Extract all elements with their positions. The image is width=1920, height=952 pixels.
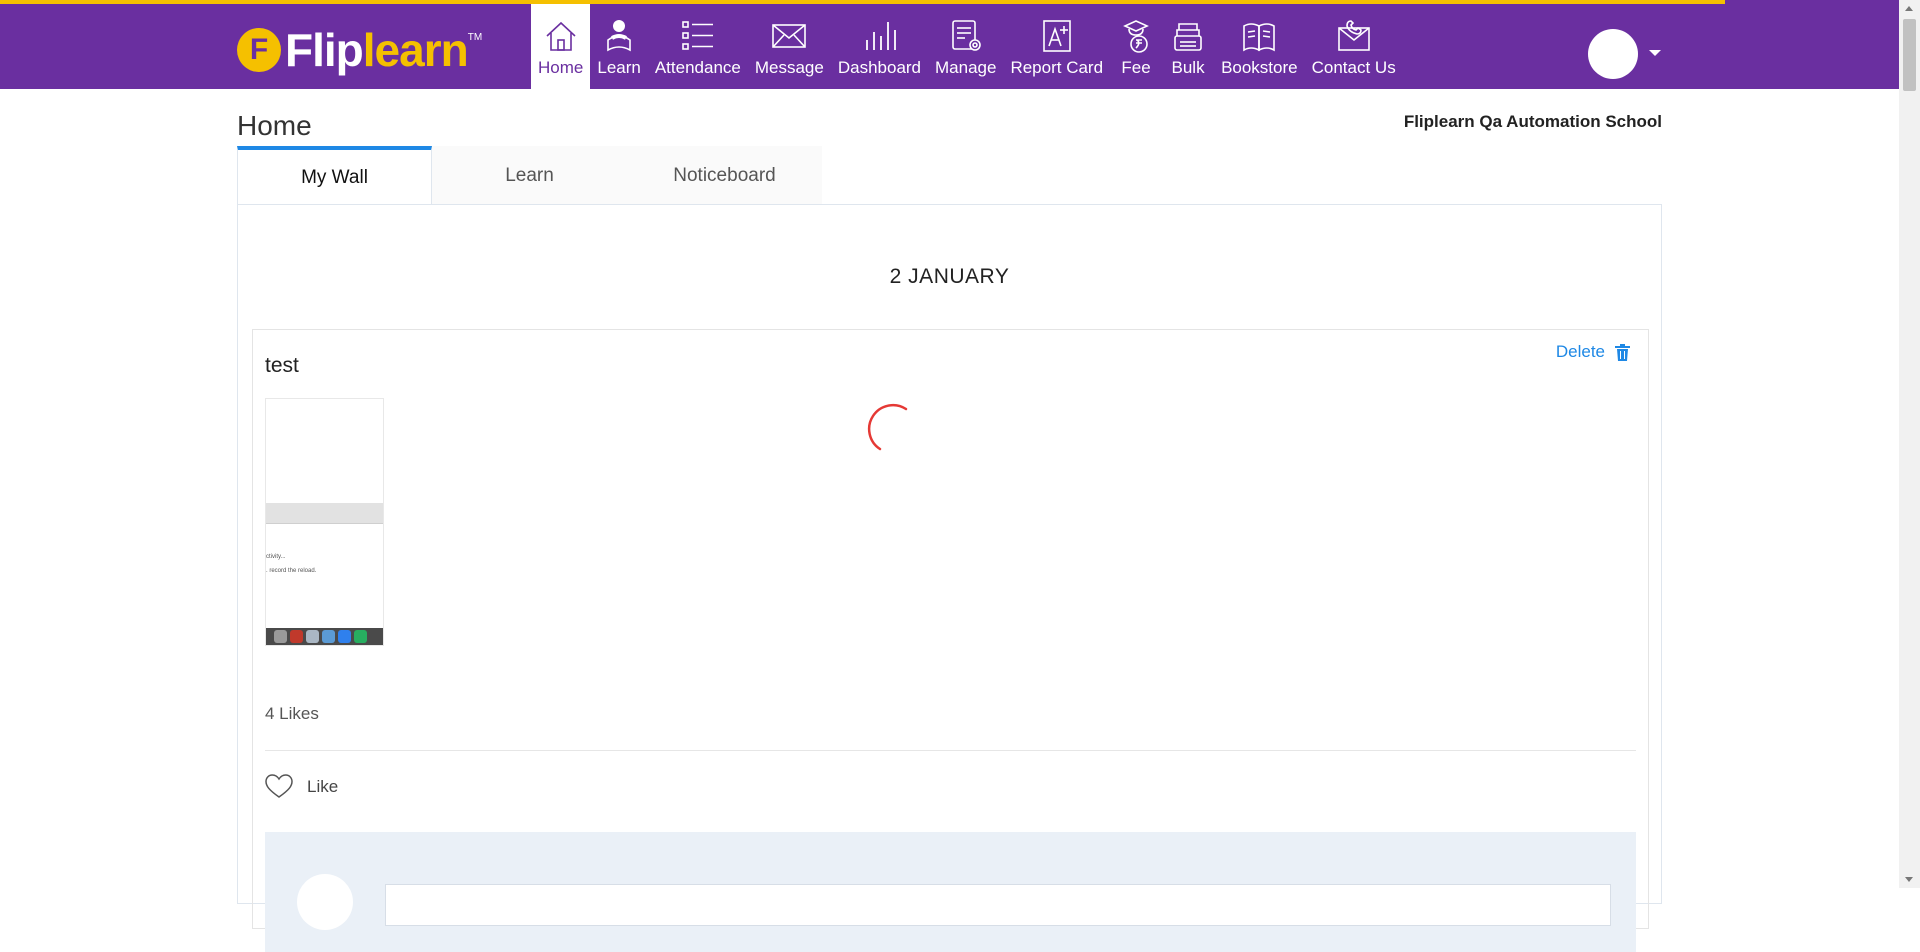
commenter-avatar (297, 874, 353, 930)
wall-panel: 2 JANUARY test Delete ctivity... . recor… (237, 204, 1662, 952)
nav-bulk[interactable]: Bulk (1162, 4, 1214, 89)
nav-message[interactable]: Message (748, 4, 831, 89)
dock-app-icon (306, 630, 319, 643)
page-title: Home (237, 110, 312, 141)
school-name: Fliplearn Qa Automation School (1403, 112, 1662, 131)
main-nav: Home Learn Attendance Message Dashboard … (531, 4, 1403, 89)
thumbnail-dock (266, 628, 383, 645)
learn-icon (607, 20, 631, 52)
dock-app-icon (338, 630, 351, 643)
post-image-thumbnail[interactable]: ctivity... . record the reload. (265, 398, 384, 646)
bulk-icon (1174, 23, 1202, 51)
like-button[interactable]: Like (265, 774, 338, 799)
tab-my-wall[interactable]: My Wall (237, 146, 432, 205)
like-label: Like (307, 776, 339, 796)
comment-input[interactable] (385, 884, 1611, 926)
trash-icon (1615, 343, 1630, 361)
scroll-up-icon[interactable] (1905, 6, 1913, 11)
delete-label: Delete (1555, 342, 1605, 361)
nav-contact-us[interactable]: Contact Us (1305, 4, 1403, 89)
post-divider (265, 750, 1636, 751)
nav-bookstore[interactable]: Bookstore (1214, 4, 1305, 89)
thumbnail-text-line: . record the reload. (266, 568, 317, 574)
nav-message-label: Message (754, 58, 824, 77)
top-accent-strip (1725, 0, 1899, 4)
nav-home-label: Home (538, 58, 584, 77)
manage-icon (951, 20, 981, 51)
nav-report-card[interactable]: Report Card (1003, 4, 1110, 89)
nav-report-card-label: Report Card (1010, 58, 1104, 77)
scroll-down-icon[interactable] (1905, 877, 1913, 882)
page-scrollbar[interactable] (1899, 0, 1920, 888)
dock-app-icon (290, 630, 303, 643)
loading-spinner-icon (867, 403, 908, 451)
message-icon (772, 24, 807, 48)
user-avatar[interactable] (1588, 29, 1638, 79)
thumbnail-toolbar-band (266, 503, 383, 524)
scrollbar-thumb[interactable] (1903, 19, 1916, 91)
post-title: test (265, 354, 299, 377)
delete-button[interactable]: Delete (1556, 342, 1630, 362)
comment-section (265, 832, 1636, 952)
date-heading: 2 JANUARY (889, 265, 1010, 288)
nav-contact-us-label: Contact Us (1311, 58, 1396, 77)
trademark-mark: TM (467, 32, 483, 43)
home-icon (546, 21, 576, 51)
dock-app-icon (274, 630, 287, 643)
wall-post: test Delete ctivity... . record the relo… (252, 329, 1649, 952)
contact-us-icon (1337, 20, 1370, 51)
attendance-icon (682, 21, 713, 50)
likes-count[interactable]: 4 Likes (265, 704, 319, 724)
nav-dashboard-label: Dashboard (837, 58, 922, 77)
nav-fee-label: Fee (1121, 58, 1151, 77)
bookstore-icon (1243, 23, 1276, 52)
home-tabs: My Wall Learn Noticeboard (237, 146, 822, 205)
report-card-icon (1042, 20, 1071, 52)
nav-bulk-label: Bulk (1171, 58, 1205, 77)
fliplearn-logo[interactable]: F Fliplearn TM (237, 22, 482, 78)
tab-noticeboard[interactable]: Noticeboard (627, 146, 822, 205)
nav-manage-label: Manage (935, 58, 997, 77)
fee-icon (1123, 20, 1149, 53)
nav-attendance[interactable]: Attendance (648, 4, 748, 89)
nav-bookstore-label: Bookstore (1221, 58, 1298, 77)
nav-dashboard[interactable]: Dashboard (831, 4, 928, 89)
nav-fee[interactable]: Fee (1110, 4, 1162, 89)
nav-attendance-label: Attendance (654, 58, 741, 77)
logo-wordmark: Fliplearn (285, 24, 469, 76)
dock-app-icon (354, 630, 367, 643)
thumbnail-text-line: ctivity... (266, 554, 286, 560)
nav-learn-label: Learn (597, 58, 641, 77)
logo-badge: F (237, 28, 281, 72)
heart-icon (265, 774, 293, 798)
nav-home[interactable]: Home (531, 4, 591, 89)
tab-learn[interactable]: Learn (432, 146, 627, 205)
nav-learn[interactable]: Learn (590, 4, 647, 89)
dashboard-icon (866, 22, 897, 50)
chevron-down-icon[interactable] (1649, 50, 1661, 56)
nav-manage[interactable]: Manage (928, 4, 1003, 89)
dock-app-icon (322, 630, 335, 643)
